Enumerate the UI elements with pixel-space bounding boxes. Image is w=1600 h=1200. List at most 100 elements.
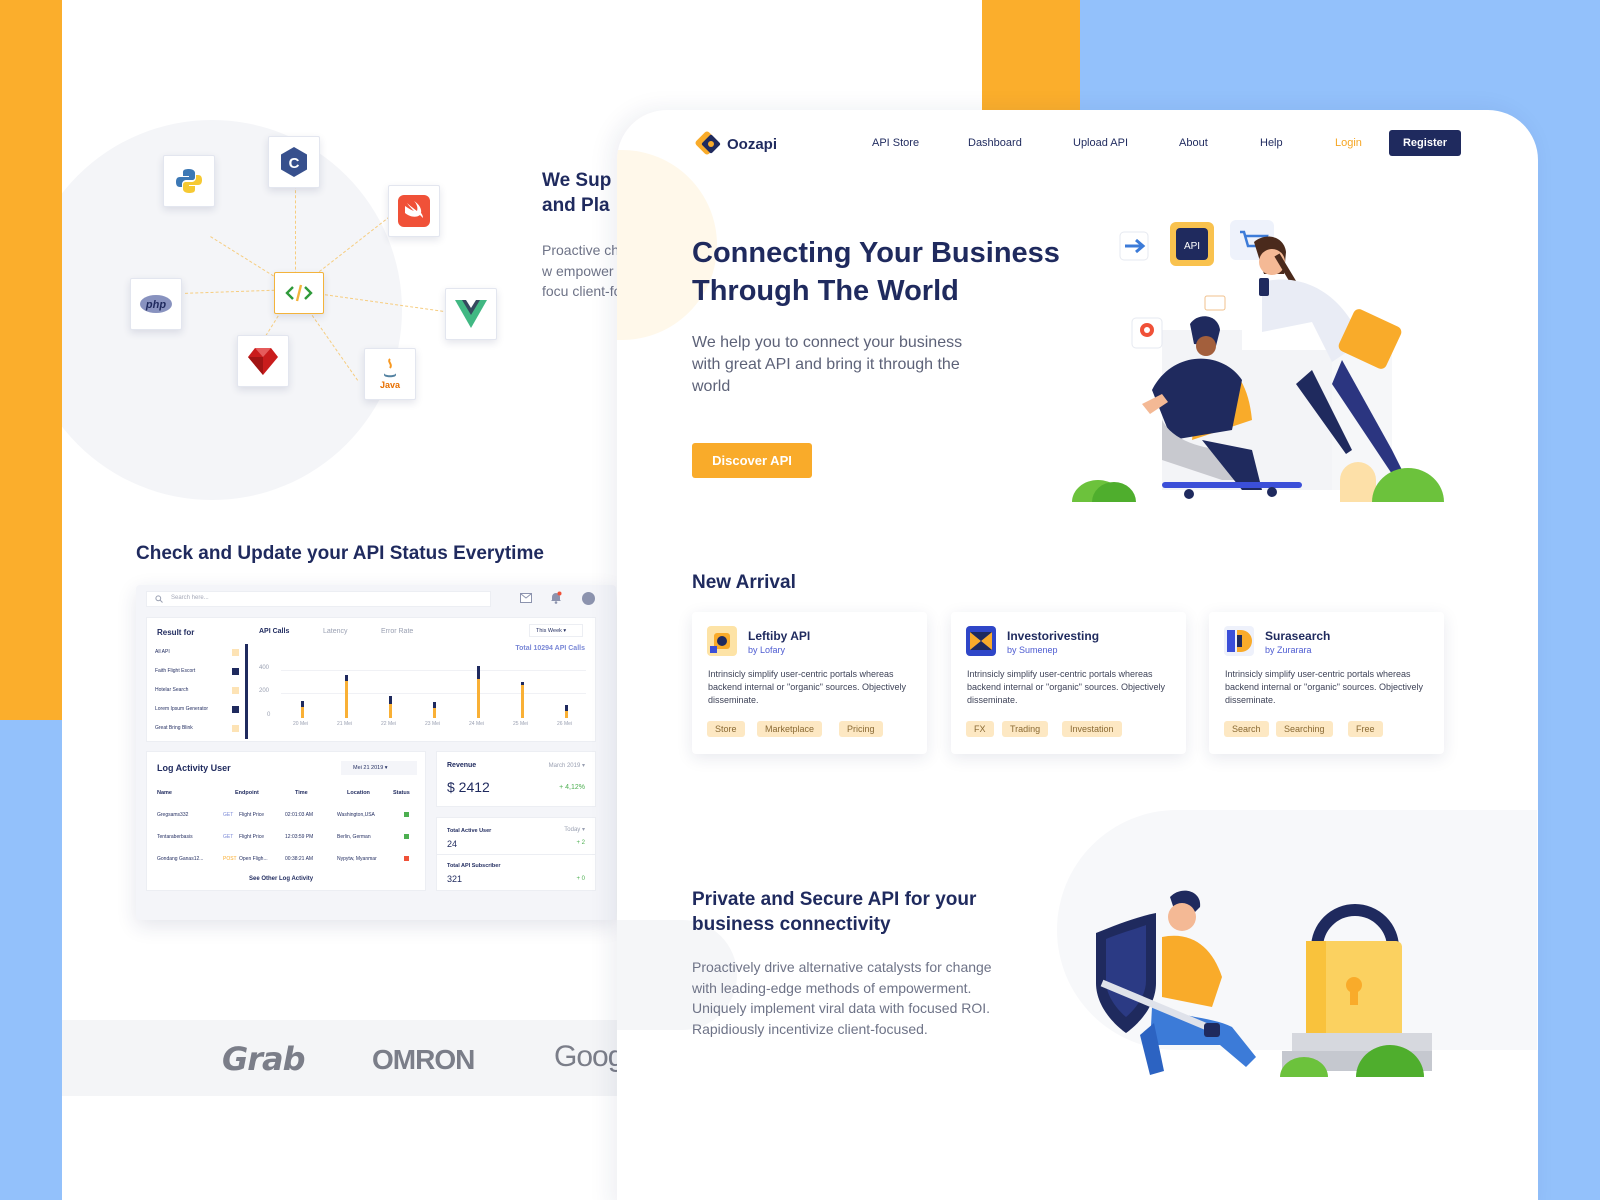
bell-icon[interactable]: [550, 591, 562, 604]
dashboard-preview: Search here... Result for All API Faith F…: [136, 585, 616, 920]
table-row[interactable]: Gregsams332 GET Flight Price 02:01:03 AM Was…: [157, 812, 419, 834]
register-button[interactable]: Register: [1389, 130, 1461, 156]
checkbox[interactable]: [232, 725, 239, 732]
brand[interactable]: Oozapi: [695, 131, 777, 157]
table-row[interactable]: Gondang Ganas12... POST Open Fligh... 00:38…: [157, 856, 419, 878]
api-author[interactable]: by Lofary: [748, 645, 785, 655]
log-activity-panel: Log Activity User Mei 21 2019 ▾ Name Endp…: [146, 751, 426, 891]
bar-segment: [477, 665, 480, 679]
omron-logo: OMRON: [372, 1044, 475, 1075]
period-select[interactable]: This Week ▾: [529, 624, 583, 637]
blue-background-corner: [0, 720, 70, 1200]
y-tick: 400: [259, 665, 270, 671]
subscriber-change: + 0: [576, 876, 585, 882]
log-method: POST: [223, 856, 237, 862]
filter-item[interactable]: Faith Flight Escort: [155, 668, 245, 687]
bar-segment: [345, 674, 348, 682]
nav-about[interactable]: About: [1179, 137, 1208, 149]
tag[interactable]: Search: [1224, 721, 1269, 737]
revenue-period[interactable]: March 2019 ▾: [549, 762, 585, 769]
filter-item[interactable]: Hotelar Search: [155, 687, 245, 706]
log-location: Washington,USA: [337, 812, 375, 818]
active-user-period[interactable]: Today ▾: [564, 826, 585, 833]
ruby-icon: [237, 335, 289, 387]
api-author[interactable]: by Zurarara: [1265, 645, 1312, 655]
discover-api-button[interactable]: Discover API: [692, 443, 812, 478]
hero-illustration: API: [1072, 220, 1444, 502]
log-column-header: Endpoint: [235, 790, 259, 796]
revenue-value: $ 2412: [447, 779, 490, 795]
log-endpoint: Flight Price: [239, 812, 265, 818]
mail-icon[interactable]: [520, 593, 532, 603]
bar: [301, 700, 304, 718]
tab-api-calls[interactable]: API Calls: [259, 628, 289, 635]
api-name: Investorivesting: [1007, 629, 1100, 643]
total-calls: Total 10294 API Calls: [515, 645, 585, 652]
background-blob: [62, 120, 402, 500]
log-date-select[interactable]: Mei 21 2019 ▾: [341, 761, 417, 775]
status-indicator: [404, 834, 409, 839]
subscriber-value: 321: [447, 874, 463, 884]
tab-latency[interactable]: Latency: [323, 628, 348, 635]
api-name: Leftiby API: [748, 629, 811, 643]
tab-error-rate[interactable]: Error Rate: [381, 628, 413, 635]
nav-dashboard[interactable]: Dashboard: [968, 137, 1022, 149]
tag[interactable]: FX: [966, 721, 994, 737]
bar-segment: [521, 681, 524, 686]
tag[interactable]: Trading: [1002, 721, 1049, 737]
api-description: Intrinsicly simplify user-centric portal…: [708, 669, 906, 705]
bar: [477, 665, 480, 718]
filter-item[interactable]: All API: [155, 649, 245, 668]
tag[interactable]: Free: [1348, 721, 1383, 737]
api-card[interactable]: Leftiby API by Lofary Intrinsicly simplify…: [692, 612, 927, 754]
log-time: 00:38:21 AM: [285, 856, 314, 862]
table-row[interactable]: Tentaraberbasis GET Flight Price 12:03:59 P…: [157, 834, 419, 856]
tag[interactable]: Marketplace: [757, 721, 823, 737]
see-other-log-link[interactable]: See Other Log Activity: [249, 876, 313, 882]
checkbox-checked[interactable]: [232, 706, 239, 713]
nav-help[interactable]: Help: [1260, 137, 1283, 149]
svg-text:C: C: [289, 155, 300, 172]
checkbox-checked[interactable]: [232, 668, 239, 675]
api-card[interactable]: Investorivesting by Sumenep Intrinsicly si…: [951, 612, 1186, 754]
log-location: Nypytw, Myanmar: [337, 856, 377, 862]
api-badge-text: API: [1184, 241, 1200, 252]
log-method: GET: [223, 812, 234, 818]
checkbox[interactable]: [232, 687, 239, 694]
active-user-label: Total Active User: [447, 828, 492, 834]
tag[interactable]: Searching: [1276, 721, 1333, 737]
log-method: GET: [223, 834, 234, 840]
tag[interactable]: Store: [707, 721, 745, 737]
tag[interactable]: Investation: [1062, 721, 1122, 737]
api-author[interactable]: by Sumenep: [1007, 645, 1058, 655]
log-column-header: Status: [393, 790, 410, 796]
revenue-panel: Revenue March 2019 ▾ $ 2412 + 4,12%: [436, 751, 596, 807]
bar: [565, 704, 568, 718]
login-link[interactable]: Login: [1335, 137, 1362, 149]
filter-list: All API Faith Flight Escort Hotelar Search…: [155, 649, 245, 744]
checkbox[interactable]: [232, 649, 239, 656]
filter-item[interactable]: Lorem Ipsum Generator: [155, 706, 245, 725]
api-name: Surasearch: [1265, 629, 1331, 643]
hero-subtitle: We help you to connect your business wit…: [692, 334, 963, 395]
users-panel: Total Active User Today ▾ 24 + 2 Total A…: [436, 817, 596, 891]
front-page: Oozapi API Store Dashboard Upload API Ab…: [617, 110, 1538, 1200]
bar: [389, 696, 392, 718]
revenue-change: + 4,12%: [559, 784, 585, 791]
status-indicator: [404, 812, 409, 817]
svg-text:Java: Java: [380, 380, 401, 390]
google-logo: Goog: [554, 1040, 624, 1073]
java-icon: Java: [364, 348, 416, 400]
tag[interactable]: Pricing: [839, 721, 883, 737]
nav-api-store[interactable]: API Store: [872, 137, 919, 149]
code-icon: [274, 272, 324, 314]
api-logo-icon: [707, 626, 737, 656]
active-user-value: 24: [447, 839, 458, 849]
filter-divider: [245, 644, 248, 739]
filter-item[interactable]: Great Bring Blink: [155, 725, 245, 744]
api-card[interactable]: Surasearch by Zurarara Intrinsicly simplif…: [1209, 612, 1444, 754]
avatar[interactable]: [582, 592, 595, 605]
revenue-label: Revenue: [447, 762, 477, 769]
dashboard-search-input[interactable]: Search here...: [146, 591, 491, 607]
nav-upload-api[interactable]: Upload API: [1073, 137, 1128, 149]
